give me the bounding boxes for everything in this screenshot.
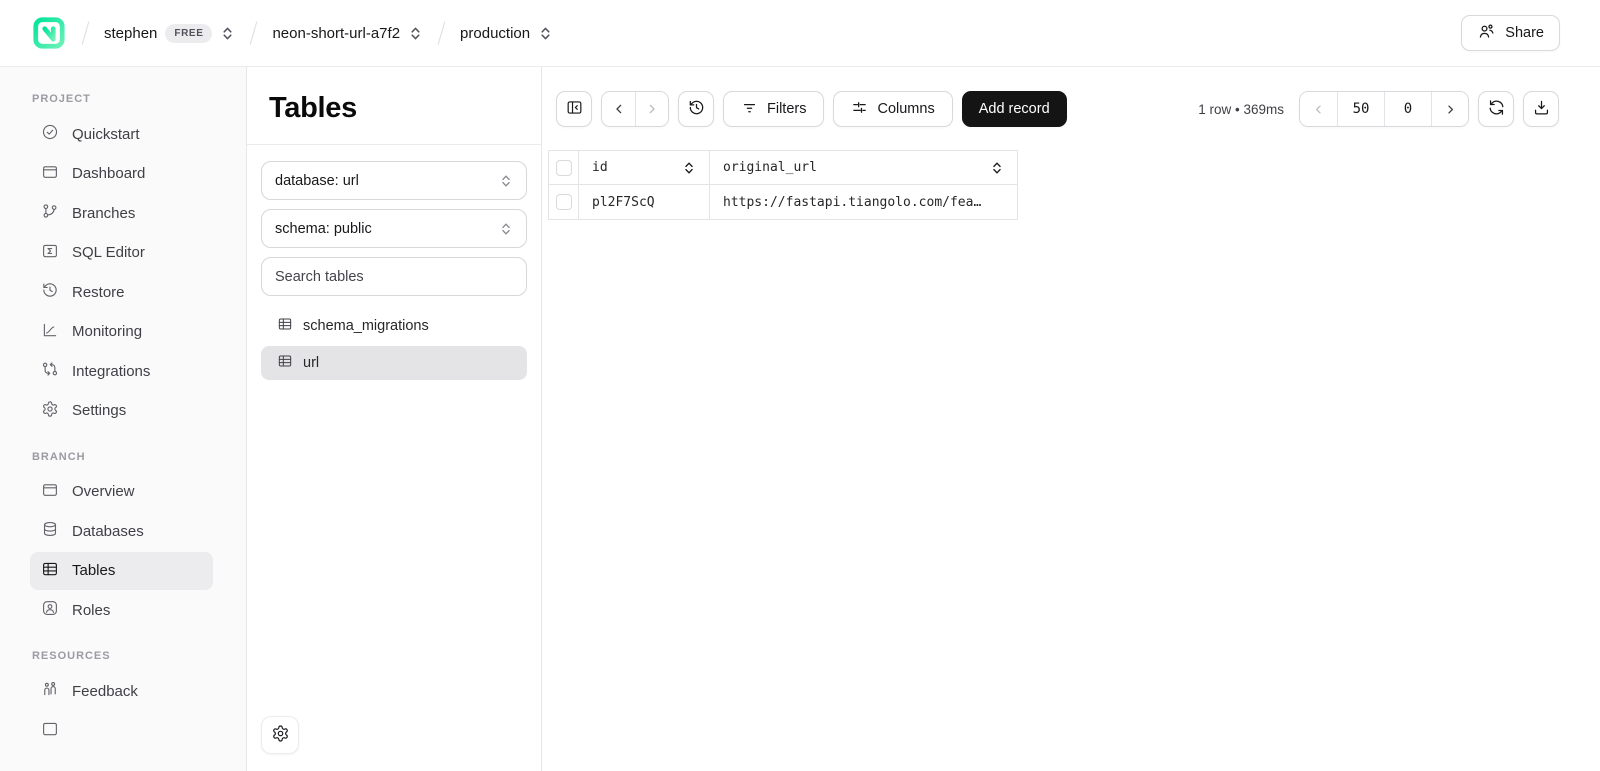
org-name: stephen (104, 25, 157, 42)
panel-left-close-icon (565, 98, 584, 121)
sidebar-item-sql-editor[interactable]: SQL Editor (30, 234, 213, 272)
forward-button[interactable] (635, 92, 668, 126)
result-status: 1 row • 369ms (1198, 102, 1284, 117)
refresh-icon (1487, 98, 1506, 121)
breadcrumb-divider (250, 21, 258, 44)
chevron-up-down-icon (499, 222, 513, 236)
columns-button[interactable]: Columns (833, 91, 952, 127)
table-toolbar: Filters Columns Add record 1 row • 369ms… (556, 91, 1559, 127)
table-row[interactable]: pl2F7ScQ https://fastapi.tiangolo.com/fe… (549, 185, 1018, 220)
plan-badge: FREE (165, 24, 212, 43)
sidebar-item-tables[interactable]: Tables (30, 552, 213, 590)
git-branch-icon (41, 202, 59, 224)
refresh-button[interactable] (1478, 91, 1514, 127)
chevron-up-down-icon (499, 174, 513, 188)
sidebar-item-dashboard[interactable]: Dashboard (30, 155, 213, 193)
sql-editor-icon (41, 242, 59, 264)
chevron-up-down-icon (220, 26, 235, 41)
chevron-up-down-icon (408, 26, 423, 41)
sidebar-item-roles[interactable]: Roles (30, 591, 213, 629)
history-icon (41, 281, 59, 303)
integrations-icon (41, 360, 59, 382)
select-all-checkbox[interactable] (556, 160, 572, 176)
app-header: stephen FREE neon-short-url-a7f2 product… (0, 0, 1600, 67)
next-page-button[interactable] (1431, 92, 1468, 126)
gear-icon (271, 724, 290, 746)
breadcrumb-branch[interactable]: production (460, 25, 553, 42)
document-icon (41, 720, 59, 742)
sidebar-item-monitoring[interactable]: Monitoring (30, 313, 213, 351)
page-title: Tables (269, 92, 519, 125)
section-title-branch: BRANCH (32, 451, 246, 463)
history-nav (601, 91, 669, 127)
collapse-panel-button[interactable] (556, 91, 592, 127)
sidebar-item-restore[interactable]: Restore (30, 273, 213, 311)
sidebar-item-partial[interactable] (30, 712, 213, 750)
share-button[interactable]: Share (1461, 15, 1560, 51)
sliders-icon (851, 99, 868, 120)
breadcrumb-divider (438, 21, 446, 44)
sidebar-item-overview[interactable]: Overview (30, 473, 213, 511)
database-icon (41, 520, 59, 542)
pagination: 50 0 (1299, 91, 1469, 127)
download-icon (1532, 98, 1551, 121)
cell-id[interactable]: pl2F7ScQ (579, 185, 710, 220)
column-header-original-url[interactable]: original_url (710, 151, 1018, 185)
section-title-project: PROJECT (32, 93, 246, 105)
table-icon (277, 316, 293, 336)
column-header-id[interactable]: id (579, 151, 710, 185)
sidebar-item-databases[interactable]: Databases (30, 512, 213, 550)
add-record-button[interactable]: Add record (962, 91, 1067, 127)
page-offset-value[interactable]: 0 (1384, 92, 1431, 126)
sidebar-item-settings[interactable]: Settings (30, 392, 213, 430)
database-select[interactable]: database: url (261, 161, 527, 200)
prev-page-button[interactable] (1300, 92, 1337, 126)
sidebar-item-branches[interactable]: Branches (30, 194, 213, 232)
row-checkbox[interactable] (556, 194, 572, 210)
sidebar: PROJECT Quickstart Dashboard Branches SQ… (0, 67, 247, 771)
schema-select[interactable]: schema: public (261, 209, 527, 248)
search-tables-input[interactable] (261, 257, 527, 296)
table-icon (41, 560, 59, 582)
history-icon (687, 98, 706, 121)
table-list-item-url[interactable]: url (261, 346, 527, 380)
sidebar-item-integrations[interactable]: Integrations (30, 352, 213, 390)
table-list-item-schema-migrations[interactable]: schema_migrations (261, 309, 527, 343)
sidebar-item-quickstart[interactable]: Quickstart (30, 115, 213, 153)
neon-logo-icon[interactable] (30, 15, 67, 52)
people-icon (41, 680, 59, 702)
window-icon (41, 481, 59, 503)
project-name: neon-short-url-a7f2 (272, 25, 400, 42)
filter-icon (741, 99, 758, 120)
gear-icon (41, 400, 59, 422)
breadcrumb-project[interactable]: neon-short-url-a7f2 (272, 25, 423, 42)
user-square-icon (41, 599, 59, 621)
table-content: Filters Columns Add record 1 row • 369ms… (542, 67, 1600, 771)
chevron-up-down-icon (538, 26, 553, 41)
records-table: id original_url pl2F7ScQ https://fastapi… (548, 150, 1018, 220)
download-button[interactable] (1523, 91, 1559, 127)
users-icon (1477, 22, 1496, 45)
tables-panel: Tables database: url schema: public sche… (247, 67, 542, 771)
panel-settings-button[interactable] (261, 716, 299, 754)
window-icon (41, 163, 59, 185)
table-icon (277, 353, 293, 373)
table-header-row: id original_url (549, 151, 1018, 185)
chart-icon (41, 321, 59, 343)
cell-original-url[interactable]: https://fastapi.tiangolo.com/fea… (710, 185, 1018, 220)
page-size-value[interactable]: 50 (1337, 92, 1384, 126)
sort-icon[interactable] (682, 161, 696, 175)
check-circle-icon (41, 123, 59, 145)
back-button[interactable] (602, 92, 635, 126)
sidebar-item-feedback[interactable]: Feedback (30, 672, 213, 710)
filters-button[interactable]: Filters (723, 91, 824, 127)
branch-name: production (460, 25, 530, 42)
section-title-resources: RESOURCES (32, 650, 246, 662)
sort-icon[interactable] (990, 161, 1004, 175)
table-list: schema_migrations url (261, 309, 527, 380)
query-history-button[interactable] (678, 91, 714, 127)
breadcrumb-divider (82, 21, 90, 44)
breadcrumb-org[interactable]: stephen FREE (104, 24, 235, 43)
share-label: Share (1505, 25, 1544, 41)
